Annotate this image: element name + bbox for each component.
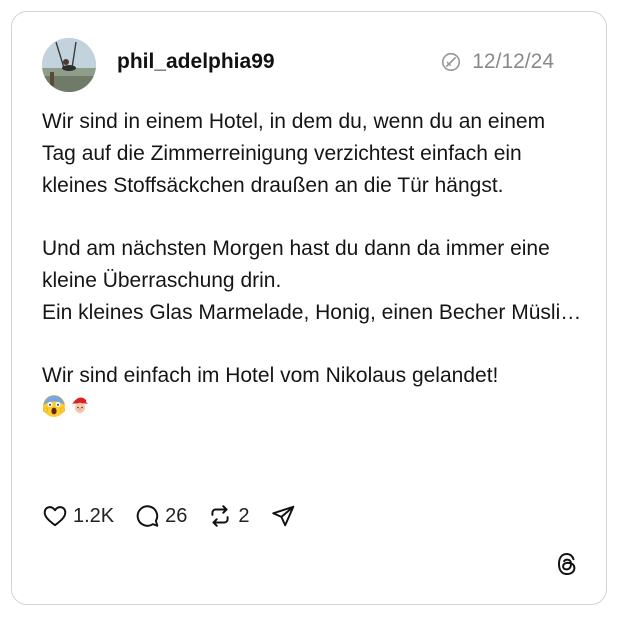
repost-icon xyxy=(211,505,229,527)
post-text-line: Wir sind in einem Hotel, in dem du, wenn… xyxy=(42,110,546,197)
avatar[interactable] xyxy=(42,38,96,92)
post-date: 12/12/24 xyxy=(472,50,554,73)
repost-count: 2 xyxy=(238,504,250,527)
face-screaming-in-fear-icon xyxy=(42,395,65,417)
username[interactable]: phil_adelphia99 xyxy=(117,50,275,74)
post-card: phil_adelphia99 12/12/24 Wir sind in ein… xyxy=(11,11,607,605)
santa-claus-icon xyxy=(72,397,90,415)
threads-logo-icon[interactable] xyxy=(555,551,579,577)
avatar-photo xyxy=(42,38,96,92)
repost-button[interactable]: 2 xyxy=(207,503,250,529)
paper-plane-icon xyxy=(271,505,294,527)
edited-icon xyxy=(442,52,461,72)
post-text-line: Wir sind einfach im Hotel vom Nikolaus g… xyxy=(42,364,499,387)
share-button[interactable] xyxy=(270,503,296,529)
reply-button[interactable]: 26 xyxy=(134,503,187,529)
post-text-line: Ein kleines Glas Marmelade, Honig, einen… xyxy=(42,301,582,324)
speech-bubble-icon xyxy=(136,505,159,527)
heart-icon xyxy=(43,506,67,527)
like-count: 1.2K xyxy=(73,504,115,527)
reply-count: 26 xyxy=(165,504,188,527)
action-bar: 1.2K 26 2 xyxy=(42,503,316,529)
post-body: Wir sind in einem Hotel, in dem du, wenn… xyxy=(42,106,582,418)
post-meta: 12/12/24 xyxy=(440,50,554,74)
like-button[interactable]: 1.2K xyxy=(42,503,114,529)
emoji-row xyxy=(42,394,582,418)
post-text-line: Und am nächsten Morgen hast du dann da i… xyxy=(42,237,550,292)
